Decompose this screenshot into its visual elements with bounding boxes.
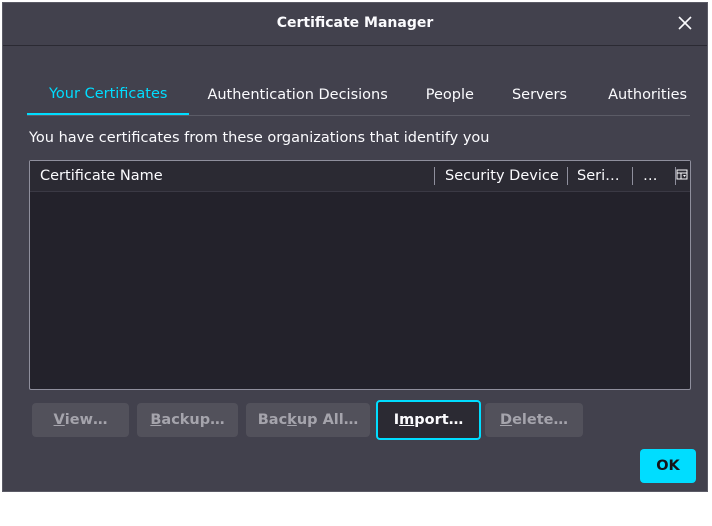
tree-header: Certificate Name Security Device Seri… … (30, 161, 690, 192)
backup-button[interactable]: Backup… (137, 403, 238, 437)
column-serial-number[interactable]: Seri… (577, 161, 629, 191)
backup-all-button-label-start: Bac (257, 412, 288, 428)
tab-people[interactable]: People (407, 75, 493, 115)
delete-button-accesskey: D (500, 412, 513, 428)
backup-all-button[interactable]: Bac k up All… (246, 403, 370, 437)
tab-authorities[interactable]: Authorities (588, 75, 705, 115)
dialog-title: Certificate Manager (276, 15, 434, 31)
delete-button-label: elete… (512, 412, 568, 428)
certificates-tree[interactable]: Certificate Name Security Device Seri… … (29, 160, 691, 390)
backup-all-button-label: up All… (296, 412, 359, 428)
column-separator[interactable] (434, 167, 435, 185)
dialog-titlebar: Certificate Manager (3, 3, 707, 46)
column-separator[interactable] (632, 167, 633, 185)
tab-servers[interactable]: Servers (493, 75, 588, 115)
view-button[interactable]: View… (32, 403, 129, 437)
column-picker-icon (676, 169, 688, 180)
certificate-manager-dialog: Certificate Manager Your Certificates Au… (2, 2, 708, 492)
tab-your-certificates[interactable]: Your Certificates (27, 75, 190, 115)
tab-strip: Your Certificates Authentication Decisio… (27, 75, 690, 116)
column-separator[interactable] (567, 167, 568, 185)
close-icon (678, 16, 692, 30)
backup-all-button-accesskey: k (287, 412, 297, 428)
tab-authentication-decisions[interactable]: Authentication Decisions (189, 75, 406, 115)
column-security-device[interactable]: Security Device (445, 161, 565, 191)
import-button-accesskey: m (399, 412, 415, 428)
column-certificate-name[interactable]: Certificate Name (40, 161, 430, 191)
certificates-description: You have certificates from these organiz… (29, 130, 490, 146)
close-button[interactable] (675, 13, 695, 33)
backup-button-label: ackup… (161, 412, 225, 428)
column-expires-on[interactable]: … (643, 161, 669, 191)
backup-button-accesskey: B (150, 412, 162, 428)
import-button-label: port… (414, 412, 464, 428)
delete-button[interactable]: Delete… (485, 403, 583, 437)
view-button-accesskey: V (53, 412, 65, 428)
ok-button[interactable]: OK (640, 449, 696, 483)
view-button-label: iew… (64, 412, 108, 428)
import-button[interactable]: Im port… (376, 400, 481, 440)
column-picker-button[interactable] (676, 169, 688, 181)
